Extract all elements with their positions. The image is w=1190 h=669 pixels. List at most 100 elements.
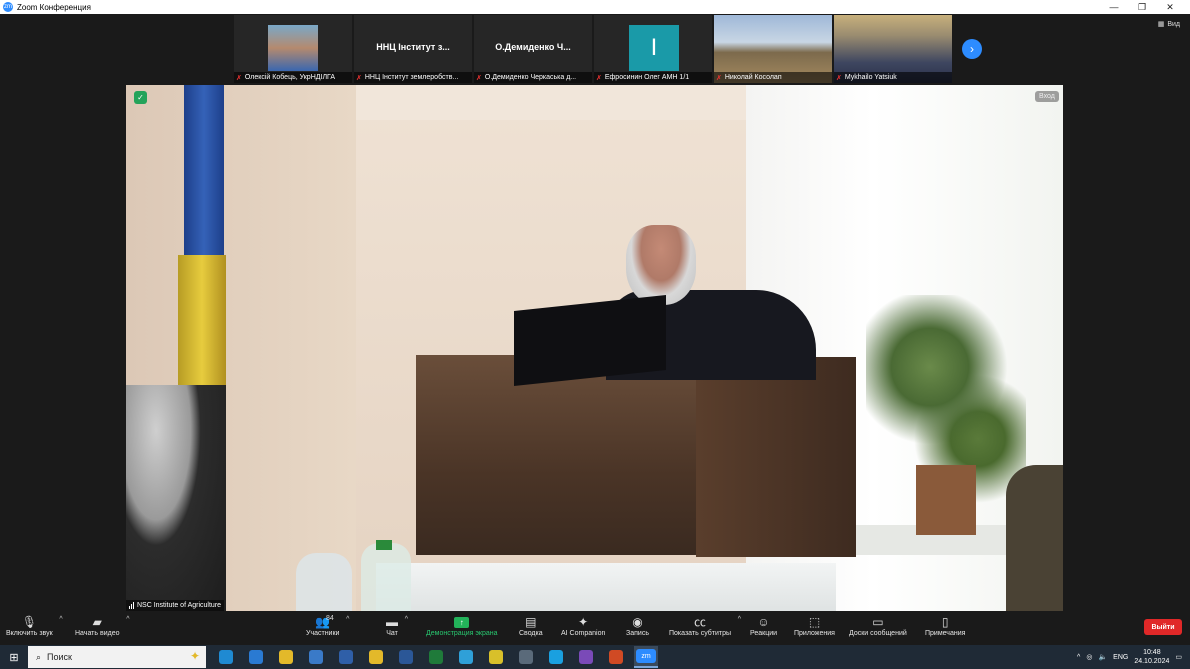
mic-muted-icon: ✗	[596, 74, 602, 82]
search-icon: ⌕	[36, 651, 42, 662]
participant-tile[interactable]: ✗ Mykhailo Yatsiuk	[834, 15, 952, 83]
video-off-icon: ▰	[92, 615, 102, 629]
window-title: Zoom Конференция	[17, 2, 91, 12]
restore-button[interactable]: ❐	[1128, 2, 1156, 13]
clock[interactable]: 10:48 24.10.2024	[1134, 648, 1169, 666]
taskbar-app-outlook-mail[interactable]	[244, 646, 268, 668]
language-indicator[interactable]: ENG	[1113, 654, 1128, 661]
unmute-button[interactable]: 🎙 Включить звук ^	[6, 615, 63, 637]
whiteboards-button[interactable]: ▭ Доски сообщений	[849, 615, 907, 637]
taskbar-search[interactable]: ⌕ Поиск ✦	[28, 646, 206, 668]
close-button[interactable]: ✕	[1156, 2, 1184, 13]
chevron-up-icon[interactable]: ^	[59, 616, 62, 623]
taskbar-app-thunderbird[interactable]	[304, 646, 328, 668]
taskbar-app-skype[interactable]	[544, 646, 568, 668]
system-tray: ^ ◎ 🔈 ENG 10:48 24.10.2024 ▭	[1077, 645, 1190, 669]
start-video-button[interactable]: ▰ Начать видео ^	[75, 615, 129, 637]
speaker-name-label: NSC Institute of Agriculture	[126, 600, 225, 611]
chevron-up-icon[interactable]: ^	[405, 616, 408, 623]
audience-person	[126, 385, 226, 611]
ai-companion-button[interactable]: ✦ AI Companion	[561, 615, 605, 637]
apps-icon: ⬚	[808, 615, 821, 629]
share-screen-button[interactable]: ↑ Демонстрация экрана	[426, 615, 498, 637]
taskbar-app-zoom[interactable]: zm	[634, 646, 658, 668]
participant-strip: ✗ Олексій Кобець, УкрНДІЛГА ННЦ Інститут …	[234, 15, 982, 83]
taskbar-apps: zm	[214, 646, 658, 668]
taskbar-app-edge[interactable]	[214, 646, 238, 668]
captions-button[interactable]: ㏄ Показать субтитры ^	[669, 615, 741, 637]
participant-tile[interactable]: I ✗ Ефросинин Олег АМН 1/1	[594, 15, 712, 83]
zoom-icon: zm	[636, 649, 656, 663]
view-button[interactable]: ▦ Вид	[1157, 20, 1180, 29]
taskbar-app-powerpoint[interactable]	[604, 646, 628, 668]
taskbar-app-viber[interactable]	[574, 646, 598, 668]
mic-muted-icon: 🎙	[21, 615, 37, 629]
speaker-name: NSC Institute of Agriculture	[137, 602, 222, 609]
summary-icon: ▤	[525, 615, 537, 629]
participant-name: О.Демиденко Черкаська д...	[484, 74, 577, 81]
zoom-app-icon: zm	[3, 2, 13, 12]
volume-icon[interactable]: 🔈	[1098, 653, 1107, 661]
corner-badge[interactable]: Вход	[1035, 91, 1059, 102]
windows-taskbar: ⊞ ⌕ Поиск ✦ zm ^ ◎ 🔈 ENG 10:48 24.10.202…	[0, 645, 1190, 669]
participant-tile[interactable]: ✗ Олексій Кобець, УкрНДІЛГА	[234, 15, 352, 83]
chevron-up-icon[interactable]: ^	[346, 616, 349, 623]
view-button-label: Вид	[1167, 20, 1180, 28]
telegram-icon	[459, 650, 473, 664]
notifications-icon[interactable]: ▭	[1175, 653, 1182, 661]
participant-tile[interactable]: ✗ Николай Косолап	[714, 15, 832, 83]
word-icon	[399, 650, 413, 664]
chevron-up-icon[interactable]: ^	[1077, 654, 1080, 661]
windows-start-icon[interactable]: ⊞	[0, 645, 28, 669]
leave-button[interactable]: Выйти	[1144, 619, 1182, 635]
excel-icon	[429, 650, 443, 664]
clock-date: 24.10.2024	[1134, 658, 1170, 665]
reactions-button[interactable]: ☺ Реакции	[750, 615, 777, 637]
edge-icon	[219, 650, 233, 664]
chat-icon: ▬	[386, 615, 398, 629]
notes-icon: ▯	[941, 615, 949, 629]
participant-avatar-letter: I	[629, 25, 679, 71]
main-video	[126, 85, 1063, 611]
apps-button[interactable]: ⬚ Приложения	[794, 615, 835, 637]
skype-icon	[549, 650, 563, 664]
taskbar-app-calculator[interactable]	[514, 646, 538, 668]
participants-button[interactable]: 👥 84 Участники ^	[306, 615, 349, 637]
chat-button[interactable]: ▬ Чат ^	[386, 615, 408, 637]
chrome-icon	[279, 650, 293, 664]
chevron-up-icon[interactable]: ^	[738, 616, 741, 623]
chevron-up-icon[interactable]: ^	[126, 616, 129, 623]
taskbar-app-telegram[interactable]	[454, 646, 478, 668]
taskbar-app-chrome[interactable]	[274, 646, 298, 668]
participants-count: 84	[326, 615, 334, 622]
minimize-button[interactable]: —	[1100, 2, 1128, 12]
meeting-toolbar: 🎙 Включить звук ^ ▰ Начать видео ^ 👥 84 …	[0, 612, 1190, 645]
participant-name: ННЦ Інститут землеробств...	[364, 74, 459, 81]
summary-button[interactable]: ▤ Сводка	[519, 615, 543, 637]
water-bottle	[296, 553, 352, 611]
mic-muted-icon: ✗	[236, 74, 242, 82]
grid-icon: ▦	[1157, 21, 1165, 28]
network-icon[interactable]: ◎	[1086, 653, 1092, 661]
window-titlebar: zm Zoom Конференция — ❐ ✕	[0, 0, 1190, 14]
taskbar-app-file-explorer[interactable]	[364, 646, 388, 668]
participant-name: Олексій Кобець, УкрНДІЛГА	[244, 74, 336, 81]
participant-tile[interactable]: ННЦ Інститут з... ✗ ННЦ Інститут землероб…	[354, 15, 472, 83]
sparkle-icon: ✦	[189, 649, 200, 663]
shield-check-icon[interactable]: ✓	[134, 91, 147, 104]
reactions-icon: ☺	[757, 615, 770, 629]
taskbar-app-excel[interactable]	[424, 646, 448, 668]
participant-display-name: О.Демиденко Ч...	[495, 42, 571, 52]
chevron-right-icon[interactable]: ›	[962, 39, 982, 59]
participant-name: Mykhailo Yatsiuk	[844, 74, 897, 81]
participant-tile[interactable]: О.Демиденко Ч... ✗ О.Демиденко Черкаська …	[474, 15, 592, 83]
water-bottle	[361, 543, 411, 611]
notes-button[interactable]: ▯ Примечания	[925, 615, 965, 637]
taskbar-app-notes[interactable]	[484, 646, 508, 668]
taskbar-app-floppy-save[interactable]	[334, 646, 358, 668]
record-icon: ◉	[632, 615, 643, 629]
share-screen-icon: ↑	[454, 617, 470, 628]
record-button[interactable]: ◉ Запись	[626, 615, 649, 637]
taskbar-app-word[interactable]	[394, 646, 418, 668]
laptop	[514, 295, 666, 386]
